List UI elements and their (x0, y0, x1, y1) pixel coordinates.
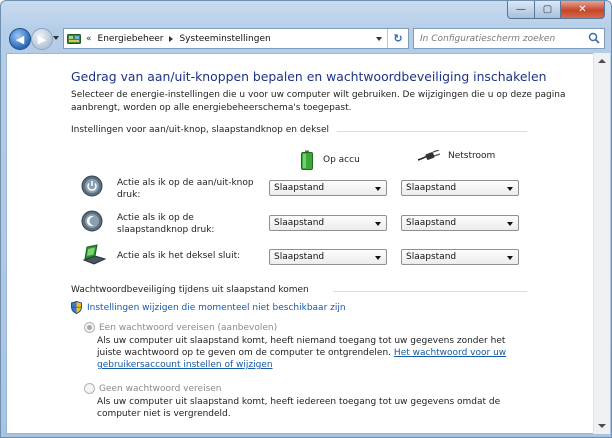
power-button-ac-select[interactable]: Slaapstand (401, 180, 519, 196)
uac-shield-icon (71, 301, 82, 314)
battery-icon (301, 150, 313, 170)
window: — ▢ ✕ ◀ ▶ « Energiebeheer Systeeminstell… (0, 0, 612, 438)
section-heading-buttons: Instellingen voor aan/uit-knop, slaapsta… (71, 125, 330, 135)
chevron-down-icon (375, 222, 381, 226)
refresh-icon: ↻ (393, 32, 403, 45)
column-header-battery: Op accu (301, 150, 360, 170)
no-password-description: Als uw computer uit slaapstand komt, hee… (97, 397, 501, 419)
chevron-down-icon (507, 222, 513, 226)
chevron-down-icon (598, 424, 606, 428)
lid-close-ac-value: Slaapstand (406, 252, 457, 262)
close-button[interactable]: ✕ (561, 1, 605, 19)
control-panel-icon (67, 33, 81, 44)
address-dropdown-button[interactable] (372, 29, 386, 48)
sleep-button-ac-select[interactable]: Slaapstand (401, 215, 519, 231)
section-divider (333, 291, 527, 292)
forward-button[interactable]: ▶ (31, 28, 53, 50)
refresh-button[interactable]: ↻ (387, 29, 408, 48)
require-password-option[interactable]: Een wachtwoord vereisen (aanbevolen) (84, 322, 277, 333)
breadcrumb-separator-icon[interactable] (169, 35, 174, 42)
intro-text: Selecteer de energie-instellingen die u … (71, 90, 566, 113)
power-button-label: Actie als ik op de aan/uit-knop druk: (117, 178, 254, 200)
page-title: Gedrag van aan/uit-knoppen bepalen en wa… (71, 69, 547, 84)
address-overflow[interactable]: « (86, 34, 92, 44)
power-button-ac-value: Slaapstand (406, 183, 457, 193)
search-icon (588, 32, 600, 44)
content-pane: Gedrag van aan/uit-knoppen bepalen en wa… (6, 53, 595, 434)
power-button-battery-value: Slaapstand (274, 183, 325, 193)
no-password-option[interactable]: Geen wachtwoord vereisen (84, 383, 222, 394)
lid-close-battery-value: Slaapstand (274, 252, 325, 262)
column-label-battery: Op accu (323, 155, 360, 165)
section-heading-password: Wachtwoordbeveiliging tijdens uit slaaps… (71, 285, 309, 295)
chevron-up-icon (598, 59, 606, 63)
column-header-ac: Netstroom (418, 150, 495, 162)
chevron-down-icon (375, 256, 381, 260)
address-bar[interactable]: « Energiebeheer Systeeminstellingen ↻ (63, 28, 409, 49)
back-arrow-icon: ◀ (15, 32, 25, 46)
laptop-lid-icon (82, 244, 107, 265)
sleep-button-label: Actie als ik op de slaapstandknop druk: (117, 213, 215, 235)
minimize-button[interactable]: — (507, 1, 535, 19)
breadcrumb-energiebeheer[interactable]: Energiebeheer (98, 34, 164, 44)
require-password-label: Een wachtwoord vereisen (aanbevolen) (99, 322, 278, 333)
no-password-label: Geen wachtwoord vereisen (99, 383, 222, 394)
column-label-ac: Netstroom (448, 151, 496, 161)
require-password-radio[interactable] (84, 322, 95, 333)
search-placeholder: In Configuratiescherm zoeken (420, 33, 556, 44)
sleep-button-icon (81, 210, 103, 232)
section-divider (337, 131, 527, 132)
chevron-down-icon (375, 187, 381, 191)
window-controls: — ▢ ✕ (507, 1, 605, 19)
chevron-down-icon (376, 36, 382, 41)
require-password-description: Als uw computer uit slaapstand komt, hee… (97, 335, 517, 371)
title-bar: — ▢ ✕ (1, 1, 611, 23)
lid-close-ac-select[interactable]: Slaapstand (401, 249, 519, 265)
forward-arrow-icon: ▶ (37, 32, 47, 46)
search-input[interactable]: In Configuratiescherm zoeken (413, 28, 605, 49)
lid-close-battery-select[interactable]: Slaapstand (269, 249, 387, 265)
change-unavailable-settings-link[interactable]: Instellingen wijzigen die momenteel niet… (71, 301, 346, 314)
chevron-down-icon (507, 187, 513, 191)
vertical-scrollbar[interactable] (593, 53, 610, 434)
power-button-battery-select[interactable]: Slaapstand (269, 180, 387, 196)
breadcrumb-systeeminstellingen[interactable]: Systeeminstellingen (179, 34, 270, 44)
sleep-button-battery-select[interactable]: Slaapstand (269, 215, 387, 231)
power-button-icon (81, 175, 103, 197)
lid-close-label: Actie als ik het deksel sluit: (117, 251, 241, 261)
recent-pages-dropdown[interactable] (53, 36, 59, 40)
maximize-button[interactable]: ▢ (535, 1, 561, 19)
change-settings-link-text[interactable]: Instellingen wijzigen die momenteel niet… (87, 303, 346, 313)
scroll-up-button[interactable] (596, 55, 608, 67)
power-plug-icon (418, 150, 440, 161)
chevron-down-icon (507, 256, 513, 260)
sleep-button-ac-value: Slaapstand (406, 218, 457, 228)
scroll-down-button[interactable] (596, 420, 608, 432)
back-button[interactable]: ◀ (9, 28, 31, 50)
sleep-button-battery-value: Slaapstand (274, 218, 325, 228)
navigation-bar: ◀ ▶ « Energiebeheer Systeeminstellingen … (1, 23, 611, 53)
no-password-radio[interactable] (84, 383, 95, 394)
